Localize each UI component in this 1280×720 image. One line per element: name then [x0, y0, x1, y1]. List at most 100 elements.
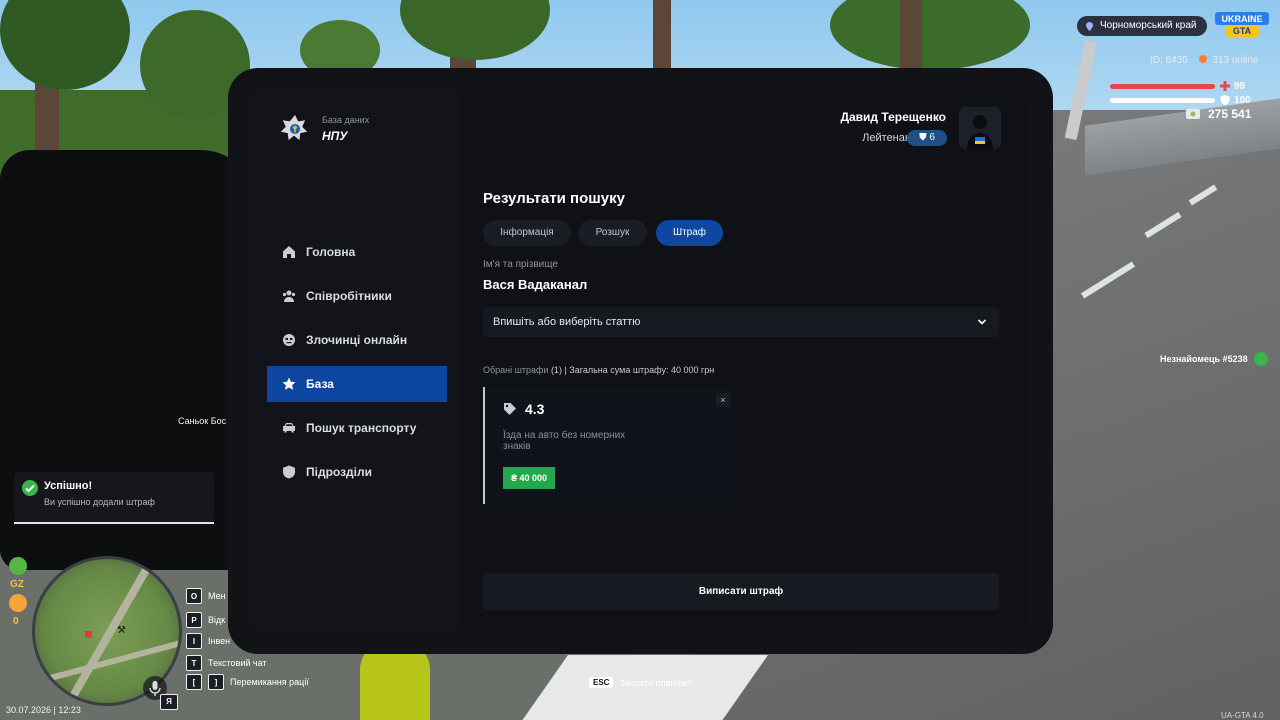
results-title: Результати пошуку [483, 190, 625, 207]
region-name: Чорноморський край [1100, 20, 1197, 31]
close-tablet-label: Закрити планшет [619, 677, 692, 688]
voice-indicator-icon [1253, 352, 1268, 366]
rank-level-badge: ⛊ 6 [907, 130, 947, 146]
money-value: 275 541 [1208, 107, 1252, 121]
version-label: UA-GTA 4.0 [1221, 711, 1264, 720]
summary-total: | Загальна сума штрафу: 40 000 грн [564, 365, 715, 375]
sidebar-item-label: Пошук транспорту [306, 421, 417, 435]
minimap-road [63, 559, 155, 703]
key-cap: [ [186, 674, 202, 690]
issue-fine-button[interactable]: Виписати штраф [483, 573, 999, 610]
online-dot-icon [1198, 55, 1207, 63]
fine-amount-badge: ₴ 40 000 [503, 467, 556, 489]
tab-wanted[interactable]: Розшук [578, 220, 647, 246]
counter-label: 0 [13, 616, 19, 627]
keybind-label: Текстовий чат [208, 658, 267, 668]
sidebar-item-label: Злочинці онлайн [306, 333, 408, 347]
home-icon [283, 246, 295, 258]
fine-card: 4.3 Їзда на авто без номерних знаків ₴ 4… [483, 387, 735, 504]
main-panel: Давид Терещенко Лейтенант ⛊ 6 Результати… [458, 92, 1028, 630]
key-cap: P [186, 612, 202, 628]
tablet-screen: База даних НПУ Головна Співробітники Зло… [252, 92, 1028, 630]
criminal-icon [283, 334, 295, 346]
keybind-label: Інвен [208, 636, 231, 646]
keybind-label: Відк [208, 615, 226, 625]
svg-text:GTA: GTA [1233, 26, 1252, 36]
brand-subtitle: База даних [322, 115, 370, 125]
sidebar-item-units[interactable]: Підрозділи [267, 454, 447, 490]
sidebar: База даних НПУ Головна Співробітники Зло… [252, 92, 458, 630]
tab-information[interactable]: Інформація [483, 220, 571, 246]
key-cap: O [186, 588, 202, 604]
mic-key: Я [160, 694, 178, 710]
armor-bar [1110, 98, 1215, 103]
player-id: ID: 6430 [1150, 55, 1188, 66]
badge-icon: ⛊ [919, 132, 927, 143]
sidebar-item-vehicle-search[interactable]: Пошук транспорту [267, 410, 447, 446]
hammer-marker-icon: ⚒ [117, 625, 126, 636]
key-cap: I [186, 633, 202, 649]
article-select[interactable]: Впишіть або виберіть статтю [483, 307, 999, 337]
sidebar-item-label: Співробітники [306, 289, 392, 303]
key-cap: T [186, 655, 202, 671]
sidebar-item-label: Головна [306, 245, 356, 259]
keybind-row: O Мен [186, 588, 226, 604]
rank-level: 6 [929, 132, 935, 143]
toast-message: Ви успішно додали штраф [44, 497, 155, 507]
date-time: 30.07.2026 | 12:23 [6, 705, 81, 715]
fine-description: Їзда на авто без номерних знаків [503, 430, 626, 452]
officer-name: Давид Терещенко [840, 110, 946, 124]
location-pin-icon [1086, 21, 1093, 31]
sidebar-item-database[interactable]: База [267, 366, 447, 402]
success-toast: Успішно! Ви успішно додали штраф [14, 472, 214, 524]
ukraine-gta-logo: UKRAINE GTA [1215, 12, 1269, 37]
remove-fine-close-icon[interactable]: × [716, 393, 730, 407]
armor-shield-icon [1220, 95, 1230, 105]
toast-progress [14, 522, 214, 524]
wrench-icon [9, 594, 27, 612]
key-cap: ] [208, 674, 224, 690]
keybind-row: [ ] Перемикання рації [186, 674, 309, 690]
sidebar-item-home[interactable]: Головна [267, 234, 447, 270]
person-name: Вася Вадаканал [483, 277, 588, 292]
player-nametag: Саньок Бос [178, 416, 227, 426]
tag-icon [504, 403, 516, 415]
health-cross-icon [1220, 81, 1230, 91]
fines-summary: Обрані штрафи (1) | Загальна сума штрафу… [483, 365, 714, 375]
health-value: 99 [1234, 81, 1246, 92]
star-icon [282, 377, 296, 390]
chevron-down-icon [977, 319, 987, 325]
health-bar [1110, 84, 1215, 89]
brand-title: НПУ [322, 129, 348, 143]
tab-fine[interactable]: Штраф [656, 220, 723, 246]
check-icon [22, 480, 38, 496]
toast-title: Успішно! [44, 480, 93, 492]
player-id-line: ID: 6430 313 online [1150, 55, 1259, 66]
police-star-icon [280, 115, 308, 141]
region-badge: Чорноморський край [1077, 16, 1207, 36]
keybind-row: P Відк [186, 612, 225, 628]
shield-icon [283, 465, 295, 479]
gang-zone-icon [9, 557, 27, 575]
gz-label: GZ [10, 579, 24, 590]
armor-value: 100 [1234, 95, 1251, 106]
svg-text:UKRAINE: UKRAINE [1221, 14, 1262, 24]
sidebar-item-label: База [306, 377, 334, 391]
esc-key: ESC [589, 677, 614, 688]
article-select-placeholder: Впишіть або виберіть статтю [493, 316, 641, 328]
car-icon [283, 423, 295, 433]
keybind-row: I Інвен [186, 633, 230, 649]
keybind-label: Перемикання рації [230, 677, 309, 687]
player-marker-icon [85, 631, 92, 638]
stranger-name: Незнайомець #5238 [1160, 354, 1248, 364]
keybind-row: T Текстовий чат [186, 655, 267, 671]
name-label: Ім'я та прізвище [483, 259, 558, 270]
people-icon [282, 290, 296, 302]
sidebar-item-criminals-online[interactable]: Злочинці онлайн [267, 322, 447, 358]
sidebar-item-employees[interactable]: Співробітники [267, 278, 447, 314]
close-tablet-hint: ESC Закрити планшет [589, 677, 692, 688]
keybind-label: Мен [208, 591, 226, 601]
stranger-tag: Незнайомець #5238 [1160, 352, 1268, 366]
summary-prefix: Обрані штрафи [483, 365, 549, 375]
fine-article-code: 4.3 [525, 401, 545, 417]
